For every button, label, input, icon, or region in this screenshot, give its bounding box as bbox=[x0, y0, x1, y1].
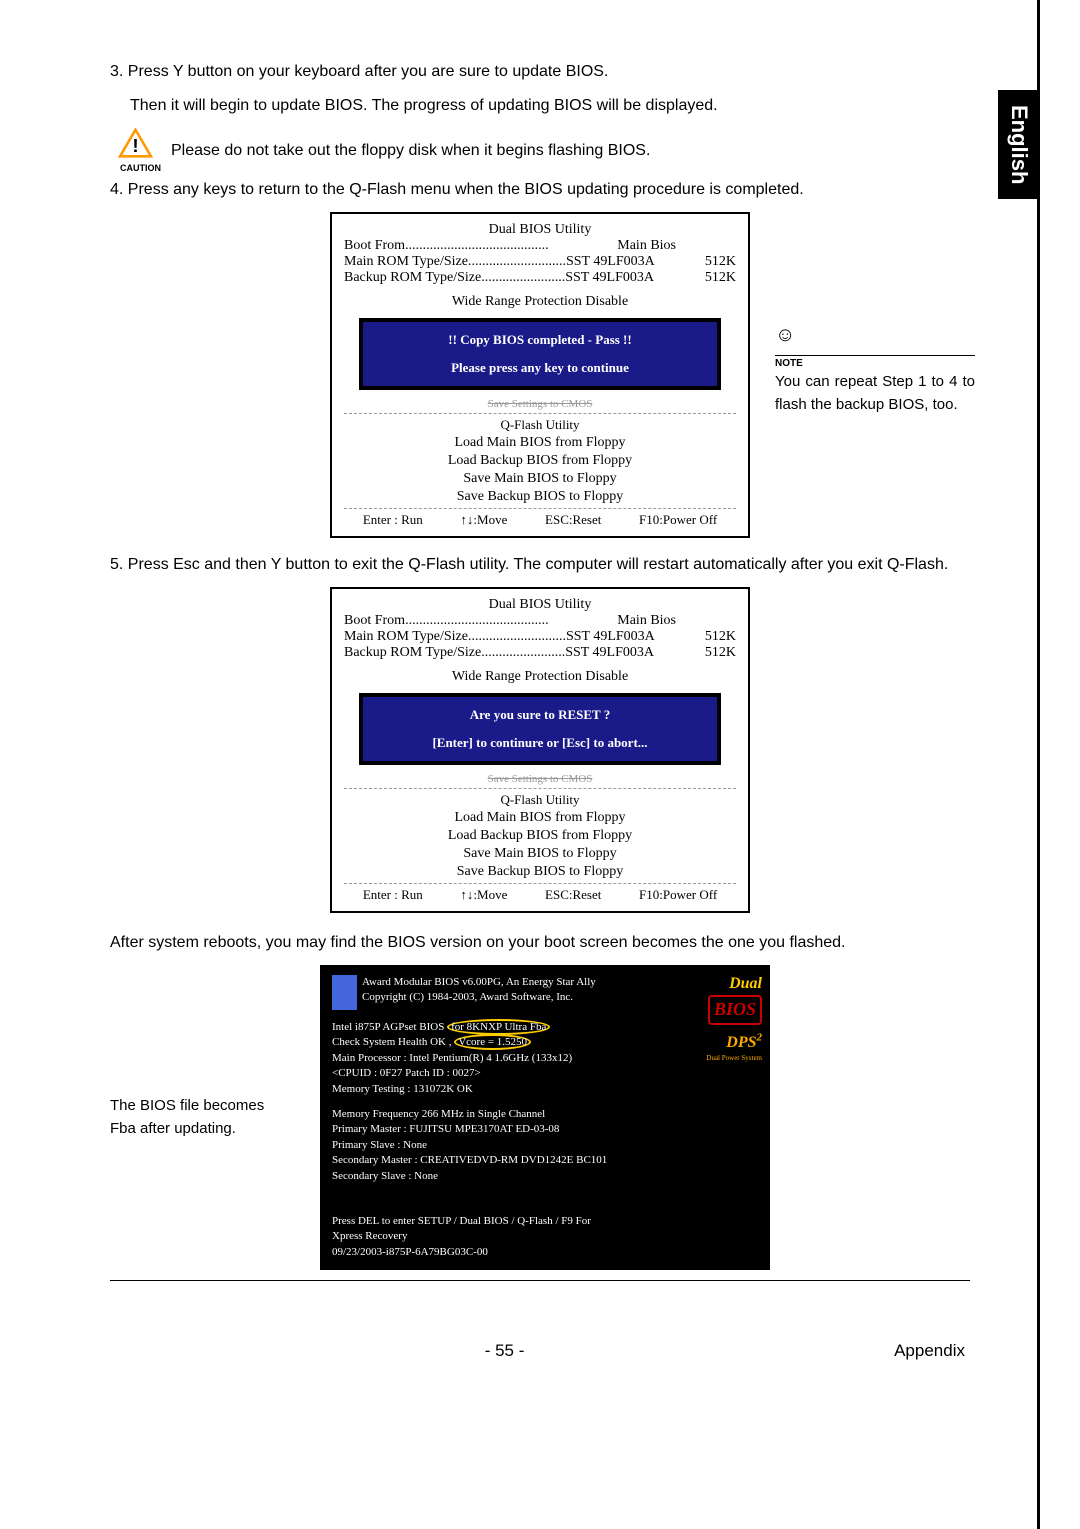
bios1-key2: ↑↓:Move bbox=[460, 512, 507, 528]
bios2-mainrom-size: 512K bbox=[686, 629, 736, 645]
appendix-label: Appendix bbox=[894, 1341, 965, 1361]
bios2-menu3: Save Main BIOS to Floppy bbox=[344, 846, 736, 862]
caution-label: CAUTION bbox=[118, 163, 163, 173]
bios1-backuprom: Backup ROM Type/Size....................… bbox=[344, 270, 686, 286]
bios2-title: Dual BIOS Utility bbox=[344, 597, 736, 613]
bios1-menu2: Load Backup BIOS from Floppy bbox=[344, 453, 736, 469]
bios2-widerange: Wide Range Protection Disable bbox=[344, 669, 736, 685]
bios1-key3: ESC:Reset bbox=[545, 512, 601, 528]
step5: 5. Press Esc and then Y button to exit t… bbox=[110, 553, 970, 577]
boot-line14: Xpress Recovery bbox=[332, 1229, 758, 1244]
step3-line2: Then it will begin to update BIOS. The p… bbox=[110, 94, 970, 118]
step4: 4. Press any keys to return to the Q-Fla… bbox=[110, 178, 970, 202]
bios1-bootfrom-val: Main Bios bbox=[617, 238, 676, 254]
bios2-mainrom: Main ROM Type/Size......................… bbox=[344, 629, 686, 645]
bios1-backuprom-size: 512K bbox=[686, 270, 736, 286]
svg-text:!: ! bbox=[132, 135, 138, 156]
bios2-popup: Are you sure to RESET ? [Enter] to conti… bbox=[359, 693, 721, 765]
truncated-text: Save Settings to CMOS bbox=[344, 398, 736, 410]
bios2-qflash: Q-Flash Utility bbox=[344, 788, 736, 808]
bios-utility-box-2: Dual BIOS Utility Boot From.............… bbox=[330, 587, 750, 913]
bios2-backuprom-size: 512K bbox=[686, 645, 736, 661]
dual-logo: Dual bbox=[729, 975, 762, 992]
boot-line1: Award Modular BIOS v6.00PG, An Energy St… bbox=[362, 975, 596, 990]
boot-line5: Main Processor : Intel Pentium(R) 4 1.6G… bbox=[332, 1051, 758, 1066]
bios1-mainrom: Main ROM Type/Size......................… bbox=[344, 254, 686, 270]
bios1-key1: Enter : Run bbox=[363, 512, 423, 528]
bios1-title: Dual BIOS Utility bbox=[344, 222, 736, 238]
note-box: ☺ NOTE You can repeat Step 1 to 4 to fla… bbox=[775, 320, 975, 416]
page-content: 3. Press Y button on your keyboard after… bbox=[0, 0, 1080, 1401]
bios1-popup1: !! Copy BIOS completed - Pass !! bbox=[373, 332, 707, 348]
bios2-key1: Enter : Run bbox=[363, 887, 423, 903]
bios2-key2: ↑↓:Move bbox=[460, 887, 507, 903]
boot-line8: Memory Frequency 266 MHz in Single Chann… bbox=[332, 1107, 758, 1122]
bios1-key4: F10:Power Off bbox=[639, 512, 717, 528]
bios2-menu2: Load Backup BIOS from Floppy bbox=[344, 828, 736, 844]
award-ribbon-icon bbox=[332, 975, 357, 1010]
boot-line7: Memory Testing : 131072K OK bbox=[332, 1082, 758, 1097]
english-tab: English bbox=[998, 90, 1040, 199]
bios1-menu1: Load Main BIOS from Floppy bbox=[344, 435, 736, 451]
bios2-key4: F10:Power Off bbox=[639, 887, 717, 903]
boot-line15: 09/23/2003-i875P-6A79BG03C-00 bbox=[332, 1245, 758, 1260]
note-label: NOTE bbox=[775, 355, 975, 371]
bios1-popup: !! Copy BIOS completed - Pass !! Please … bbox=[359, 318, 721, 390]
step3-line1: 3. Press Y button on your keyboard after… bbox=[110, 60, 970, 84]
page-footer: - 55 - Appendix bbox=[110, 1341, 970, 1361]
caution-row: ! CAUTION Please do not take out the flo… bbox=[118, 128, 970, 173]
boot-line10: Primary Slave : None bbox=[332, 1138, 758, 1153]
boot-line12: Secondary Slave : None bbox=[332, 1169, 758, 1184]
bios1-popup2: Please press any key to continue bbox=[373, 360, 707, 376]
bios1-qflash: Q-Flash Utility bbox=[344, 413, 736, 433]
bios2-backuprom: Backup ROM Type/Size....................… bbox=[344, 645, 686, 661]
right-border bbox=[1037, 0, 1040, 1529]
bios1-mainrom-size: 512K bbox=[686, 254, 736, 270]
after-reboot-text: After system reboots, you may find the B… bbox=[110, 931, 970, 955]
bios2-key3: ESC:Reset bbox=[545, 887, 601, 903]
bios2-bootfrom-val: Main Bios bbox=[617, 613, 676, 629]
bios2-bootfrom: Boot From...............................… bbox=[344, 613, 617, 629]
boot-line4-circled: Vcore = 1.5250 bbox=[454, 1034, 531, 1050]
boot-line13: Press DEL to enter SETUP / Dual BIOS / Q… bbox=[332, 1214, 758, 1229]
caution-text: Please do not take out the floppy disk w… bbox=[171, 142, 650, 160]
boot-screen-wrap: The BIOS file becomes Fba after updating… bbox=[110, 965, 970, 1270]
boot-left-caption: The BIOS file becomes Fba after updating… bbox=[110, 1095, 265, 1140]
bios1-bootfrom: Boot From...............................… bbox=[344, 238, 617, 254]
bios2-popup1: Are you sure to RESET ? bbox=[373, 707, 707, 723]
boot-line3-circled: for 8KNXP Ultra Fba bbox=[447, 1019, 550, 1035]
boot-line9: Primary Master : FUJITSU MPE3170AT ED-03… bbox=[332, 1122, 758, 1137]
bios2-menu4: Save Backup BIOS to Floppy bbox=[344, 864, 736, 880]
bios1-menu3: Save Main BIOS to Floppy bbox=[344, 471, 736, 487]
dps-logo: DPS2 bbox=[726, 1034, 762, 1051]
caution-icon: ! CAUTION bbox=[118, 128, 163, 173]
boot-line6: <CPUID : 0F27 Patch ID : 0027> bbox=[332, 1066, 758, 1081]
bios1-menu4: Save Backup BIOS to Floppy bbox=[344, 489, 736, 505]
bios2-popup2: [Enter] to continure or [Esc] to abort..… bbox=[373, 735, 707, 751]
boot-screen: Dual BIOS DPS2 Dual Power System Award M… bbox=[320, 965, 770, 1270]
boot-line2: Copyright (C) 1984-2003, Award Software,… bbox=[362, 990, 596, 1005]
boot-line3a: Intel i875P AGPset BIOS bbox=[332, 1021, 447, 1033]
bios1-widerange: Wide Range Protection Disable bbox=[344, 294, 736, 310]
truncated-text2: Save Settings to CMOS bbox=[344, 773, 736, 785]
boot-line4a: Check System Health OK , bbox=[332, 1036, 454, 1048]
boot-line11: Secondary Master : CREATIVEDVD-RM DVD124… bbox=[332, 1153, 758, 1168]
dps-sub: Dual Power System bbox=[706, 1054, 762, 1064]
bios2-menu1: Load Main BIOS from Floppy bbox=[344, 810, 736, 826]
page-number: - 55 - bbox=[485, 1341, 525, 1361]
bios-utility-box-1: Dual BIOS Utility Boot From.............… bbox=[330, 212, 750, 538]
note-face-icon: ☺ bbox=[775, 320, 795, 350]
logo-box: Dual BIOS DPS2 Dual Power System bbox=[706, 973, 762, 1064]
bios-logo: BIOS bbox=[708, 995, 762, 1024]
note-text: You can repeat Step 1 to 4 to flash the … bbox=[775, 371, 975, 416]
